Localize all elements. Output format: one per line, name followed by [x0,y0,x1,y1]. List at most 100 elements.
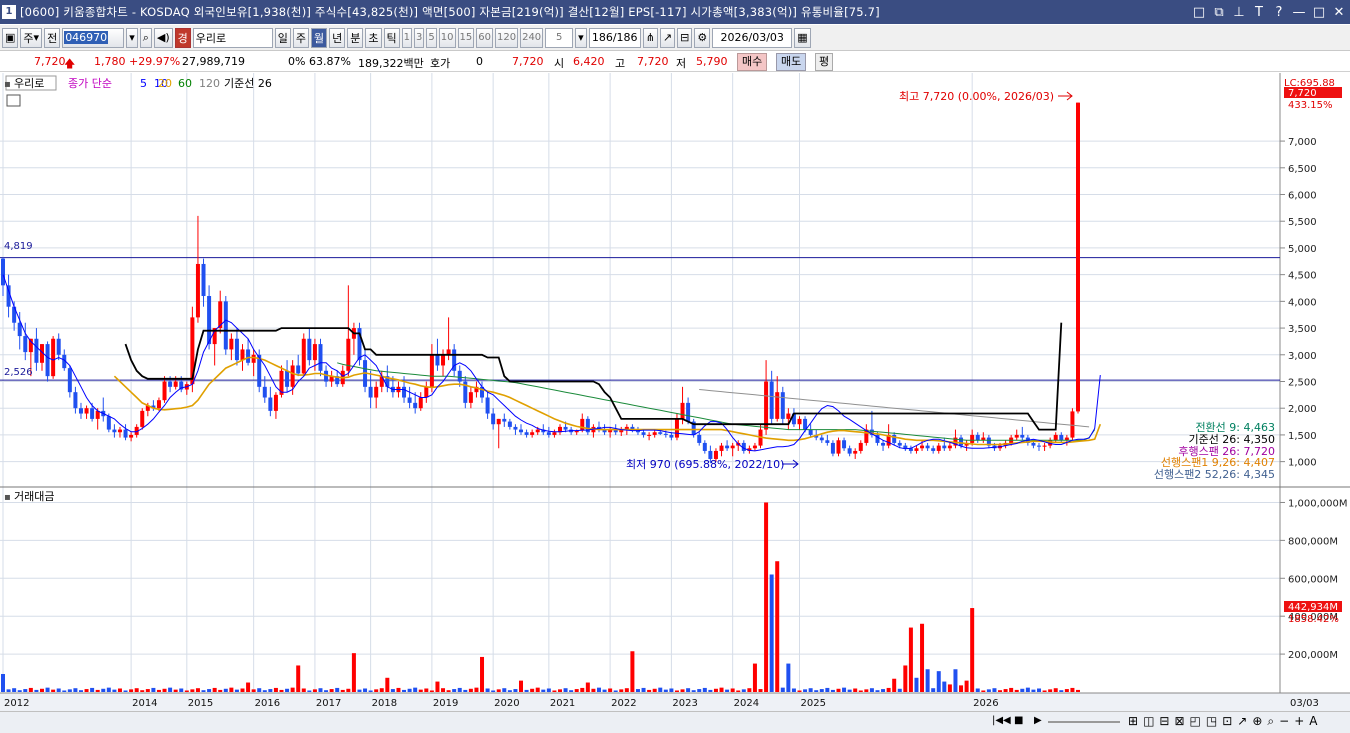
first-page-icon[interactable]: |◀◀ [992,715,1011,726]
table-icon[interactable] [6,94,21,107]
volume-bar [201,690,206,692]
period-tick[interactable]: 틱 [383,27,400,48]
period-day[interactable]: 일 [274,27,291,48]
volume-bar [641,687,646,692]
speaker-icon[interactable]: ◀) [153,27,173,48]
ichimoku-labels: 전환선 9: 4,463 기준선 26: 4,350 후행스팬 26: 7,72… [1154,421,1275,481]
crosshair-icon[interactable]: ⊕ [1252,714,1262,729]
chart-settings-icon[interactable]: ▣ [2,27,19,48]
chart-area[interactable]: 1,000 1,500 2,000 2,500 3,000 3,500 4,000 4,500… [0,73,1350,713]
volume-bar [106,687,111,692]
interval-dropdown-icon[interactable]: ▾ [575,27,587,48]
volume-bars [1,502,1080,692]
prev-button[interactable]: 전 [44,27,61,48]
custom-interval-input[interactable]: 5 [545,27,574,48]
date-input[interactable]: 2026/03/03 [712,27,793,48]
volume-bar [736,690,741,692]
gear-icon[interactable]: ⚙ [694,27,711,48]
candle-body [947,445,952,449]
volume-bar [719,687,724,692]
interval-3[interactable]: 3 [414,27,425,48]
period-second[interactable]: 초 [365,27,382,48]
candle-body [268,397,273,411]
interval-5[interactable]: 5 [426,27,437,48]
grid-tool-icon[interactable]: ⊞ [1128,714,1138,729]
cascade-icon[interactable]: ⧉ [1212,5,1226,20]
volume-bar [307,690,312,692]
count-display[interactable]: 186/186 [588,27,641,48]
corner-br-icon[interactable]: ◳ [1206,714,1217,729]
candle-body [674,418,679,438]
volume-bar [463,689,468,692]
interval-15[interactable]: 15 [457,27,475,48]
volume-bar [468,688,473,692]
volume-bar [786,663,791,692]
maximize-icon[interactable]: □ [1312,5,1326,20]
volume-bar [140,690,145,692]
volume-bar [596,687,601,692]
period-month[interactable]: 월 [311,27,328,48]
type-select[interactable]: 주 ▾ [20,27,43,48]
period-year[interactable]: 년 [329,27,346,48]
candle-body [819,437,824,441]
stop-icon[interactable]: ■ [1014,715,1023,726]
candle-body [914,448,919,451]
average-button[interactable]: 평 [815,53,834,71]
high-price: 7,720 [637,55,669,68]
split-tool-icon[interactable]: ◫ [1143,714,1154,729]
volume-bar [658,687,663,692]
sell-button[interactable]: 매도 [776,53,807,71]
volume-bar [903,665,908,692]
zoom-out-icon[interactable]: − [1279,714,1289,729]
restore-icon[interactable]: □ [1192,5,1206,20]
candle-body [407,397,412,403]
volume-bar [825,687,830,692]
corner-tl-icon[interactable]: ◰ [1190,714,1201,729]
volume-bar [697,689,702,692]
interval-60[interactable]: 60 [476,27,493,48]
calendar-icon[interactable]: ▦ [794,27,811,48]
close-icon[interactable]: ✕ [1332,5,1346,20]
drawing-icon[interactable]: ↗ [659,27,676,48]
zoom-in-icon[interactable]: + [1294,714,1304,729]
volume-bar [574,689,579,692]
interval-10[interactable]: 10 [438,27,456,48]
arrow-tool-icon[interactable]: ↗ [1237,714,1247,729]
play-icon[interactable]: ▶ [1034,715,1042,726]
indicator-icon[interactable]: ⋔ [642,27,658,48]
scroll-slider[interactable] [1048,721,1120,723]
stock-code-input[interactable]: 046970 [62,27,125,48]
stock-name-field[interactable]: 우리로 [192,27,273,48]
text-icon[interactable]: T [1252,5,1266,20]
label-leading-span2: 선행스팬2 52,26: 4,345 [1154,468,1275,481]
code-dropdown-icon[interactable]: ▾ [126,27,138,48]
help-icon[interactable]: ? [1272,5,1286,20]
volume-bar [296,665,301,692]
interval-1[interactable]: 1 [401,27,413,48]
minimize-icon[interactable]: — [1292,5,1306,20]
export-icon[interactable]: ⊟ [677,27,693,48]
volume-bar [474,687,479,692]
minus-box-icon[interactable]: ⊟ [1159,714,1169,729]
interval-240[interactable]: 240 [520,27,544,48]
volume-bar [184,690,189,692]
buy-button[interactable]: 매수 [737,53,768,71]
period-week[interactable]: 주 [292,27,310,48]
volume-bar [290,687,295,692]
title-bar: 1 [0600] 키움종합차트 - KOSDAQ 외국인보유[1,938(천)]… [0,0,1350,24]
x-box-icon[interactable]: ⊠ [1174,714,1184,729]
volume-bar [936,671,941,692]
volume-bar [218,689,223,692]
volume-bar [541,689,546,692]
pin-icon[interactable]: ⊥ [1232,5,1246,20]
search-icon[interactable]: ⌕ [139,27,152,48]
volume-bar [535,687,540,692]
interval-120[interactable]: 120 [494,27,519,48]
font-icon[interactable]: A [1309,714,1317,729]
volume-bar [396,687,401,692]
dot-box-icon[interactable]: ⊡ [1222,714,1232,729]
volume-bar [875,690,880,692]
zoom-icon[interactable]: ⌕ [1267,714,1274,729]
candle-body [903,445,908,449]
period-minute[interactable]: 분 [347,27,364,48]
